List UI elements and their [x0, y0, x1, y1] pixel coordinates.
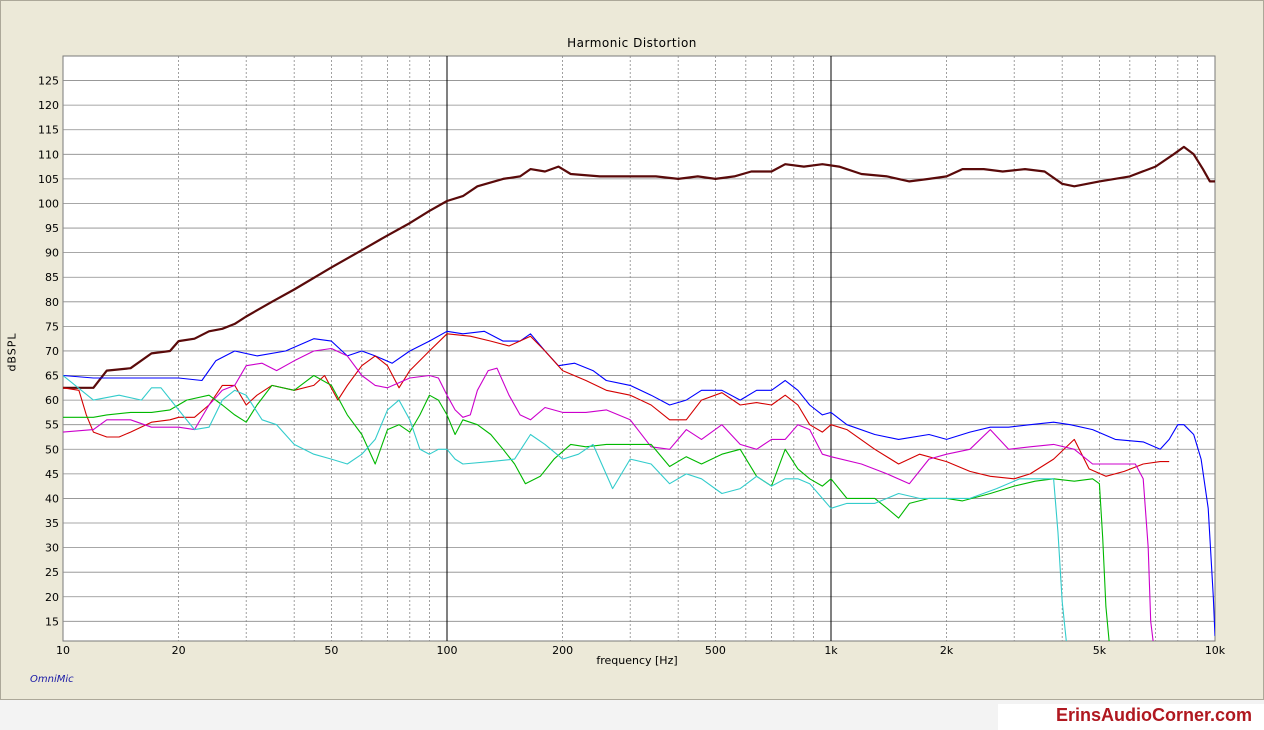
y-tick-label: 75 [45, 320, 59, 333]
y-tick-label: 100 [38, 197, 59, 210]
y-tick-label: 40 [45, 492, 59, 505]
y-tick-label: 20 [45, 591, 59, 604]
y-tick-label: 85 [45, 271, 59, 284]
y-tick-label: 125 [38, 75, 59, 88]
y-tick-label: 50 [45, 443, 59, 456]
watermark: ErinsAudioCorner.com [1055, 705, 1252, 725]
y-tick-label: 70 [45, 345, 59, 358]
y-tick-label: 15 [45, 615, 59, 628]
y-axis-label: dBSPL [5, 332, 19, 372]
y-tick-label: 45 [45, 468, 59, 481]
y-tick-label: 55 [45, 419, 59, 432]
y-tick-label: 95 [45, 222, 59, 235]
y-tick-label: 35 [45, 517, 59, 530]
x-axis-label: frequency [Hz] [596, 654, 678, 667]
y-tick-label: 80 [45, 296, 59, 309]
y-tick-label: 115 [38, 124, 59, 137]
y-tick-label: 105 [38, 173, 59, 186]
y-tick-label: 25 [45, 566, 59, 579]
y-tick-label: 30 [45, 542, 59, 555]
y-tick-label: 120 [38, 99, 59, 112]
harmonic-distortion-chart: 15 20 25 30 35 40 45 50 55 60 65 70 75 80 85 90 95 100 105… [38, 55, 1226, 657]
plot-area [62, 55, 1216, 642]
y-tick-label: 65 [45, 370, 59, 383]
y-tick-label: 110 [38, 148, 59, 161]
y-tick-label: 90 [45, 247, 59, 260]
y-tick-label: 60 [45, 394, 59, 407]
omnimic-brand: OmniMic [30, 674, 74, 685]
